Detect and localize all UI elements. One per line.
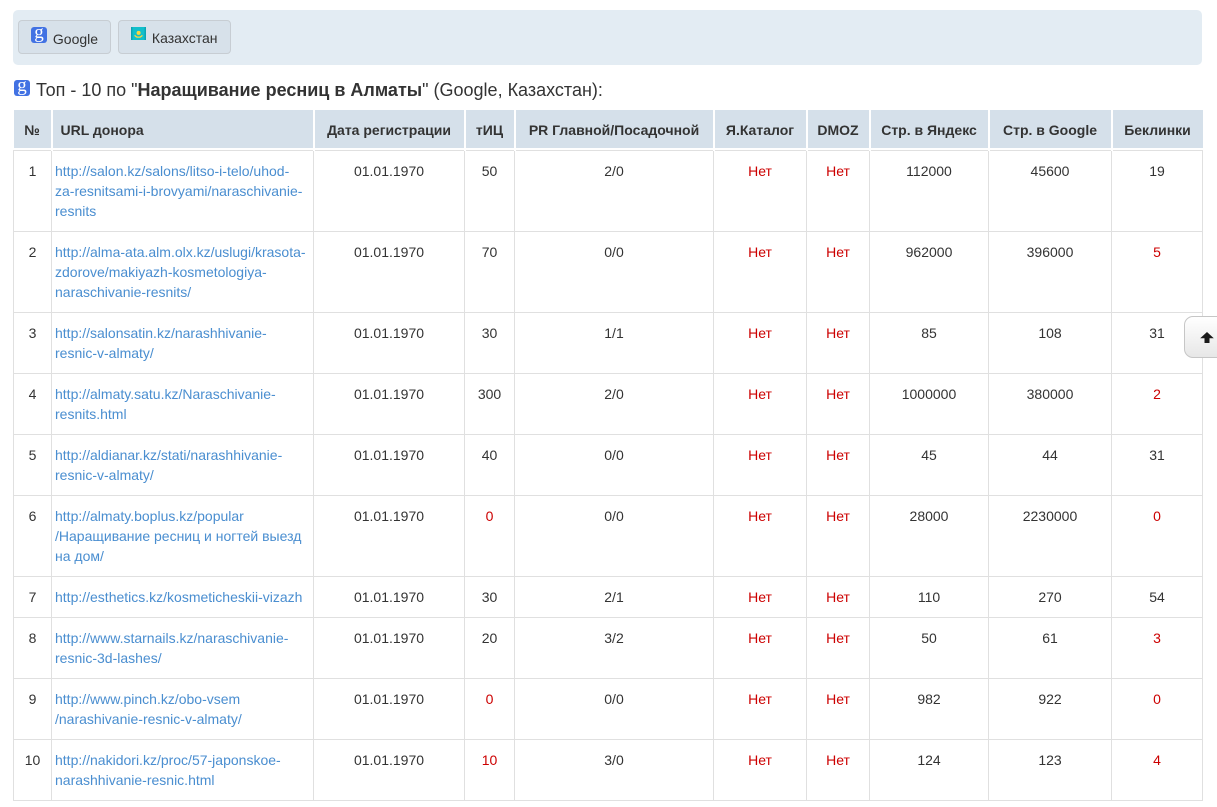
svg-text:g: g [17,80,27,96]
svg-text:g: g [34,27,44,43]
